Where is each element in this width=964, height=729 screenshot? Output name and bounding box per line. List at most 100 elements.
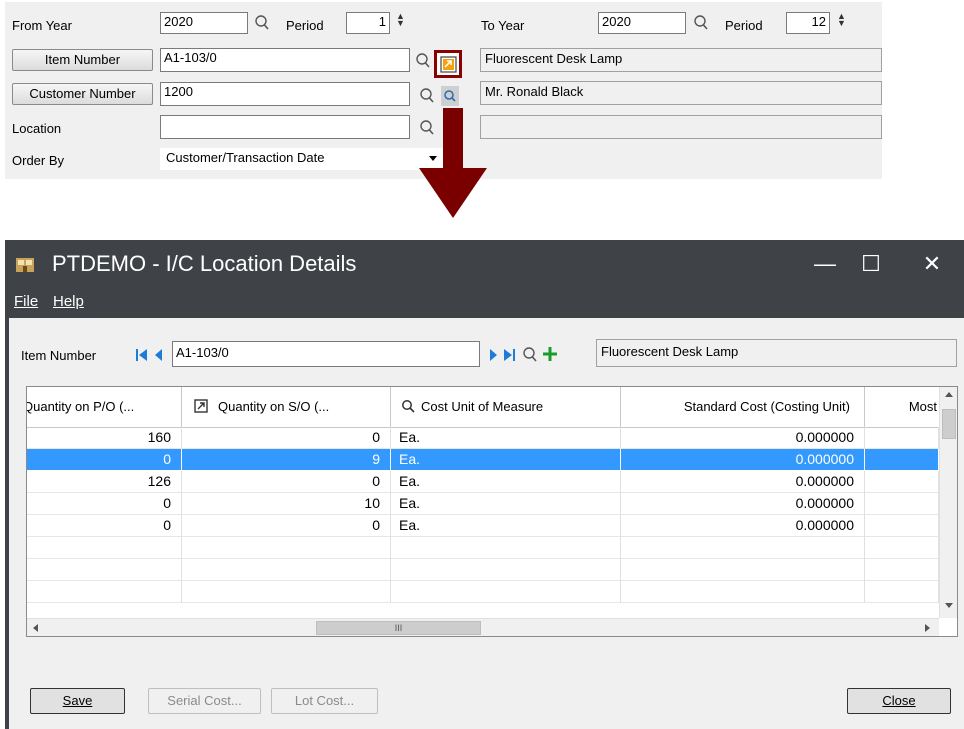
empty-table-row[interactable] xyxy=(27,559,939,581)
table-cell[interactable]: Ea. xyxy=(391,427,621,449)
drilldown-highlight-icon[interactable] xyxy=(434,50,462,78)
customer-number-button[interactable]: Customer Number xyxy=(12,83,153,105)
table-cell[interactable] xyxy=(182,537,391,559)
location-grid[interactable]: Quantity on P/O (... Quantity on S/O (..… xyxy=(26,386,958,637)
horizontal-scrollbar[interactable]: III xyxy=(27,618,939,636)
add-icon[interactable] xyxy=(542,346,558,362)
customer-number-field[interactable]: 1200 xyxy=(160,82,410,106)
order-by-select[interactable]: Customer/Transaction Date xyxy=(160,148,443,170)
table-cell[interactable] xyxy=(865,427,939,449)
empty-table-row[interactable] xyxy=(27,537,939,559)
table-cell[interactable]: 0 xyxy=(27,449,182,471)
scroll-right-icon[interactable] xyxy=(925,624,930,632)
table-cell[interactable]: 0.000000 xyxy=(621,515,865,537)
from-year-field[interactable]: 2020 xyxy=(160,12,248,34)
search-icon[interactable] xyxy=(419,87,435,105)
next-record-icon[interactable] xyxy=(487,347,499,363)
table-cell[interactable] xyxy=(865,537,939,559)
menu-file[interactable]: File xyxy=(14,293,38,310)
menu-help[interactable]: Help xyxy=(53,293,84,310)
table-cell[interactable]: 0 xyxy=(182,427,391,449)
table-row[interactable]: 0 9 Ea. 0.000000 xyxy=(27,449,939,471)
col-header-qty-po[interactable]: Quantity on P/O (... xyxy=(27,387,182,427)
scroll-up-icon[interactable] xyxy=(945,392,953,397)
table-cell[interactable] xyxy=(865,449,939,471)
table-row[interactable]: 0 10 Ea. 0.000000 xyxy=(27,493,939,515)
table-cell[interactable] xyxy=(27,581,182,603)
table-cell[interactable]: 0 xyxy=(27,493,182,515)
scroll-left-icon[interactable] xyxy=(33,624,38,632)
maximize-button[interactable]: ☐ xyxy=(848,246,894,282)
table-cell[interactable] xyxy=(27,537,182,559)
table-cell[interactable] xyxy=(391,559,621,581)
table-cell[interactable]: 0 xyxy=(182,515,391,537)
table-cell[interactable]: Ea. xyxy=(391,515,621,537)
table-cell[interactable] xyxy=(27,559,182,581)
table-cell[interactable] xyxy=(865,493,939,515)
save-button[interactable]: Save xyxy=(30,688,125,714)
table-cell[interactable]: 9 xyxy=(182,449,391,471)
vscroll-thumb[interactable] xyxy=(942,409,956,439)
close-window-button[interactable]: ✕ xyxy=(909,246,955,282)
table-cell[interactable] xyxy=(621,559,865,581)
table-cell[interactable]: Ea. xyxy=(391,471,621,493)
hscroll-thumb[interactable]: III xyxy=(316,621,481,635)
table-cell[interactable] xyxy=(621,581,865,603)
table-cell[interactable] xyxy=(182,581,391,603)
table-row[interactable]: 0 0 Ea. 0.000000 xyxy=(27,515,939,537)
table-cell[interactable]: 0.000000 xyxy=(621,427,865,449)
to-year-field[interactable]: 2020 xyxy=(598,12,686,34)
location-description xyxy=(480,115,882,139)
table-cell[interactable]: 160 xyxy=(27,427,182,449)
table-cell[interactable]: Ea. xyxy=(391,493,621,515)
empty-table-row[interactable] xyxy=(27,581,939,603)
window-title: PTDEMO - I/C Location Details xyxy=(52,251,357,276)
serial-cost-button[interactable]: Serial Cost... xyxy=(148,688,261,714)
from-period-field[interactable]: 1 xyxy=(346,12,390,34)
item-number-field[interactable]: A1-103/0 xyxy=(160,48,410,72)
last-record-icon[interactable] xyxy=(501,347,519,363)
search-icon[interactable] xyxy=(254,14,270,32)
search-icon[interactable] xyxy=(693,14,709,32)
table-cell[interactable]: Ea. xyxy=(391,449,621,471)
item-number-button[interactable]: Item Number xyxy=(12,49,153,71)
search-icon[interactable] xyxy=(522,346,538,364)
table-cell[interactable] xyxy=(621,537,865,559)
window-item-number-field[interactable]: A1-103/0 xyxy=(172,341,480,367)
previous-record-icon[interactable] xyxy=(152,347,166,363)
table-cell[interactable]: 0.000000 xyxy=(621,493,865,515)
table-cell[interactable]: 0.000000 xyxy=(621,449,865,471)
table-cell[interactable] xyxy=(865,581,939,603)
col-header-qty-so[interactable]: Quantity on S/O (... xyxy=(182,387,391,427)
table-cell[interactable] xyxy=(865,559,939,581)
table-cell[interactable] xyxy=(182,559,391,581)
table-row[interactable]: 160 0 Ea. 0.000000 xyxy=(27,427,939,449)
col-header-cost-uom[interactable]: Cost Unit of Measure xyxy=(391,387,621,427)
table-cell[interactable] xyxy=(391,581,621,603)
scroll-down-icon[interactable] xyxy=(945,603,953,608)
minimize-button[interactable]: — xyxy=(802,246,848,282)
vertical-scrollbar[interactable] xyxy=(939,387,957,618)
app-icon xyxy=(16,258,34,272)
customer-name: Mr. Ronald Black xyxy=(480,81,882,105)
table-row[interactable]: 126 0 Ea. 0.000000 xyxy=(27,471,939,493)
col-header-most[interactable]: Most xyxy=(865,387,939,427)
search-icon[interactable] xyxy=(415,52,431,70)
table-cell[interactable] xyxy=(865,471,939,493)
customer-zoom-icon[interactable] xyxy=(441,86,459,106)
lot-cost-button[interactable]: Lot Cost... xyxy=(271,688,378,714)
location-field[interactable] xyxy=(160,115,410,139)
table-cell[interactable]: 0.000000 xyxy=(621,471,865,493)
close-button[interactable]: Close xyxy=(847,688,951,714)
table-cell[interactable] xyxy=(865,515,939,537)
table-cell[interactable]: 126 xyxy=(27,471,182,493)
table-cell[interactable]: 10 xyxy=(182,493,391,515)
period-spinner[interactable]: ▲ ▼ xyxy=(396,12,406,29)
table-cell[interactable] xyxy=(391,537,621,559)
title-bar[interactable]: PTDEMO - I/C Location Details — ☐ ✕ xyxy=(5,240,964,290)
col-header-standard-cost[interactable]: Standard Cost (Costing Unit) xyxy=(621,387,865,427)
to-period-field[interactable]: 12 xyxy=(786,12,830,34)
table-cell[interactable]: 0 xyxy=(182,471,391,493)
table-cell[interactable]: 0 xyxy=(27,515,182,537)
to-period-spinner[interactable]: ▲ ▼ xyxy=(837,12,847,29)
